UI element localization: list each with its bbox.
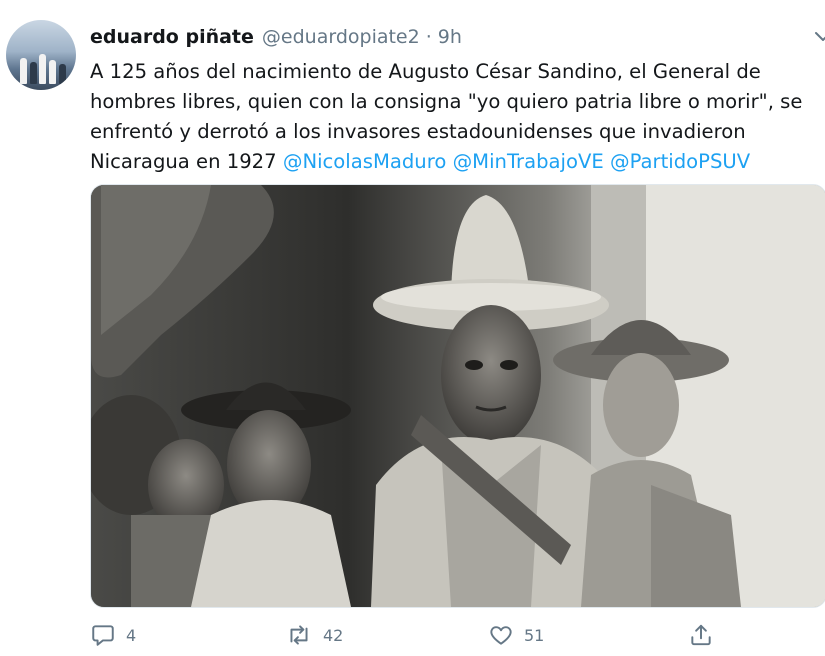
reply-count: 4 [126, 625, 137, 645]
avatar-figure [39, 54, 46, 84]
tweet-actions: 4 42 51 [90, 620, 825, 650]
mention-link[interactable]: @NicolasMaduro [283, 150, 447, 173]
retweet-count: 42 [323, 625, 344, 645]
like-button[interactable]: 51 [488, 620, 544, 650]
tweet-header: eduardo piñate @eduardopiate2 · 9h [90, 23, 462, 51]
avatar-figure [20, 58, 27, 84]
tweet-text-line: hombres libres, quien con la consigna "y… [90, 90, 803, 113]
chevron-down-icon[interactable] [812, 24, 825, 48]
share-icon [688, 622, 714, 648]
author-handle[interactable]: @eduardopiate2 [262, 26, 420, 48]
retweet-icon [285, 622, 313, 648]
tweet-text-segment: Nicaragua en 1927 [90, 150, 283, 173]
mention-link[interactable]: @MinTrabajoVE [453, 150, 604, 173]
share-button[interactable] [688, 620, 714, 650]
author-name[interactable]: eduardo piñate [90, 26, 254, 48]
avatar-figure [49, 60, 56, 84]
avatar[interactable] [6, 20, 76, 90]
reply-button[interactable]: 4 [90, 620, 136, 650]
retweet-button[interactable]: 42 [285, 620, 343, 650]
tweet-text-line: Nicaragua en 1927 @NicolasMaduro @MinTra… [90, 147, 820, 177]
tweet-text-line: A 125 años del nacimiento de Augusto Cés… [90, 60, 761, 83]
tweet-text: A 125 años del nacimiento de Augusto Cés… [90, 57, 820, 177]
avatar-figure [30, 62, 37, 84]
tweet-photo[interactable] [90, 184, 825, 608]
tweet[interactable]: eduardo piñate @eduardopiate2 · 9h A 125… [0, 0, 825, 656]
avatar-figure [59, 64, 66, 84]
heart-icon [488, 622, 514, 648]
tweet-text-line: enfrentó y derrotó a los invasores estad… [90, 120, 746, 143]
separator-dot: · [425, 26, 432, 48]
historical-photo [91, 185, 825, 607]
like-count: 51 [524, 625, 545, 645]
mention-link[interactable]: @PartidoPSUV [610, 150, 750, 173]
tweet-timestamp[interactable]: 9h [438, 26, 462, 48]
reply-icon [90, 622, 116, 648]
